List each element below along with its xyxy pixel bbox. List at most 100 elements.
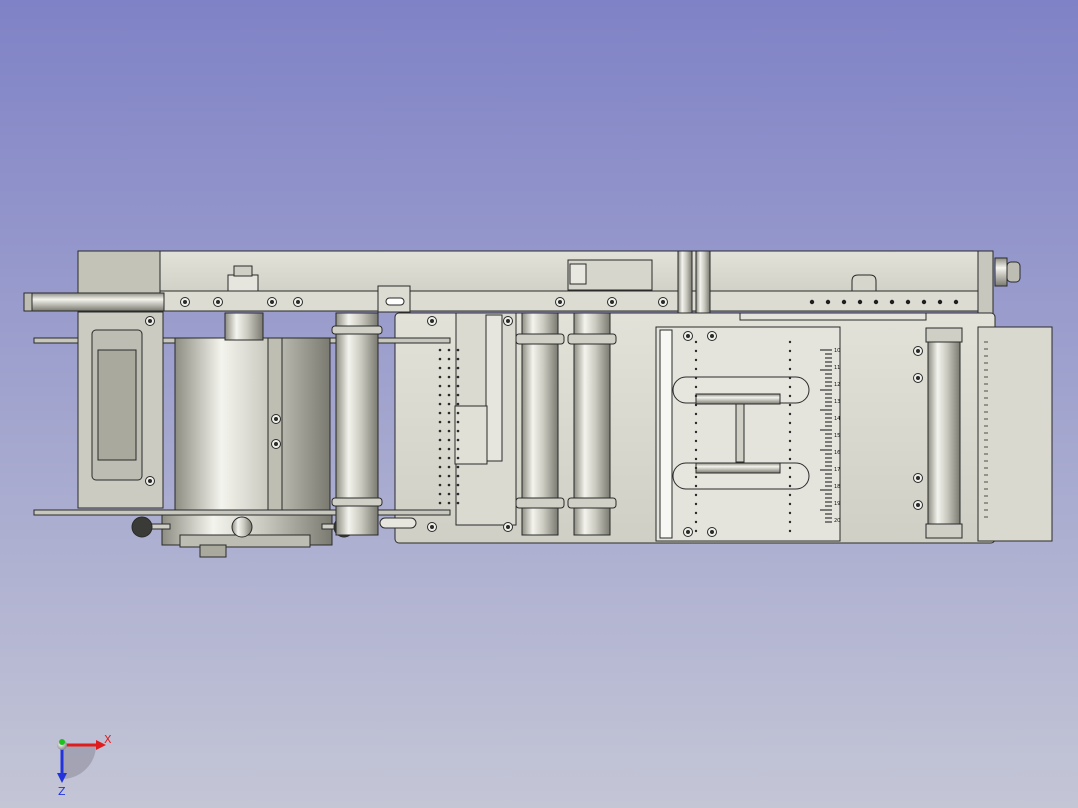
roller-1-bottom-cap	[331, 497, 383, 507]
screw	[145, 316, 155, 326]
grid-hole	[788, 403, 792, 407]
rail-hole	[905, 299, 911, 305]
grid-hole	[694, 457, 698, 461]
cad-viewport[interactable]: 10 11 12 13 14 15 16 17 18 19 20 X Z	[0, 0, 1078, 808]
grid-hole	[456, 438, 460, 442]
grid-hole	[447, 501, 451, 505]
screw	[913, 473, 923, 483]
screw	[267, 297, 277, 307]
labeling-machine-model[interactable]: 10 11 12 13 14 15 16 17 18 19 20	[23, 250, 1053, 558]
peel-roller-bottom-cap	[925, 523, 963, 539]
grid-hole	[447, 465, 451, 469]
center-bracket-inner	[485, 314, 503, 462]
grid-hole	[694, 340, 698, 344]
screw-socket	[430, 525, 434, 529]
grid-hole	[447, 420, 451, 424]
top-frame-left-block	[77, 250, 161, 298]
grid-hole	[456, 492, 460, 496]
grid-hole	[447, 393, 451, 397]
grid-hole	[447, 447, 451, 451]
screw	[707, 331, 717, 341]
screw	[145, 476, 155, 486]
scale-number: 19	[834, 501, 840, 507]
grid-hole	[438, 429, 442, 433]
scale-number: 18	[834, 484, 840, 490]
grid-hole	[694, 475, 698, 479]
grid-hole	[438, 366, 442, 370]
left-shaft	[23, 292, 165, 312]
rail-hole	[841, 299, 847, 305]
screw-socket	[148, 319, 152, 323]
right-connector-tip	[1006, 261, 1021, 283]
grid-hole	[438, 411, 442, 415]
grid-hole	[694, 376, 698, 380]
screw	[271, 414, 281, 424]
middle-panel-white-strip	[659, 329, 673, 539]
screw-socket	[296, 300, 300, 304]
grid-hole	[694, 448, 698, 452]
rail-hole	[809, 299, 815, 305]
screw	[213, 297, 223, 307]
scale-number: 15	[834, 433, 840, 439]
grid-hole	[447, 375, 451, 379]
grid-hole	[788, 430, 792, 434]
grid-hole	[447, 348, 451, 352]
screw-socket	[661, 300, 665, 304]
reel-knob-center[interactable]	[231, 516, 253, 538]
grid-hole	[694, 502, 698, 506]
grid-hole	[788, 448, 792, 452]
grid-hole	[788, 376, 792, 380]
screw-socket	[270, 300, 274, 304]
grid-hole	[456, 357, 460, 361]
grid-hole	[438, 474, 442, 478]
grid-hole	[456, 393, 460, 397]
top-frame-bottom-rail	[159, 290, 994, 312]
grid-hole	[438, 492, 442, 496]
grid-hole	[456, 501, 460, 505]
rail-hole	[953, 299, 959, 305]
screw-socket	[686, 530, 690, 534]
top-center-slot	[569, 263, 587, 285]
model-canvas[interactable]: 10 11 12 13 14 15 16 17 18 19 20 X Z	[0, 0, 1078, 808]
rail-hole	[825, 299, 831, 305]
grid-hole	[438, 456, 442, 460]
grid-hole	[438, 384, 442, 388]
top-rail-thin	[739, 312, 927, 321]
grid-hole	[694, 412, 698, 416]
nut-cap	[233, 265, 253, 277]
grid-hole	[447, 429, 451, 433]
grid-hole	[438, 465, 442, 469]
screw-socket	[148, 479, 152, 483]
grid-hole	[456, 465, 460, 469]
grid-hole	[694, 430, 698, 434]
roller-1-peg	[379, 517, 417, 529]
grid-hole	[438, 348, 442, 352]
reel-bottom-tab	[199, 544, 227, 558]
screw	[503, 522, 513, 532]
grid-hole	[438, 447, 442, 451]
screw-socket	[274, 442, 278, 446]
rail-hole	[937, 299, 943, 305]
grid-hole	[456, 384, 460, 388]
screw-socket	[274, 417, 278, 421]
grid-hole	[438, 420, 442, 424]
grid-hole	[788, 484, 792, 488]
grid-hole	[694, 421, 698, 425]
screw-socket	[216, 300, 220, 304]
grid-hole	[447, 438, 451, 442]
screw-socket	[183, 300, 187, 304]
screw-socket	[430, 319, 434, 323]
grid-hole	[694, 484, 698, 488]
peel-roller	[927, 339, 961, 526]
scale-number: 17	[834, 467, 840, 473]
reel-knob-left[interactable]	[131, 516, 153, 538]
grid-hole	[788, 367, 792, 371]
reel-hub-top	[224, 312, 264, 341]
grid-hole	[456, 483, 460, 487]
grid-hole	[694, 403, 698, 407]
grid-hole	[694, 394, 698, 398]
screw-socket	[710, 334, 714, 338]
grid-hole	[438, 375, 442, 379]
reel-drum-band	[267, 337, 283, 511]
scale-number: 13	[834, 399, 840, 405]
